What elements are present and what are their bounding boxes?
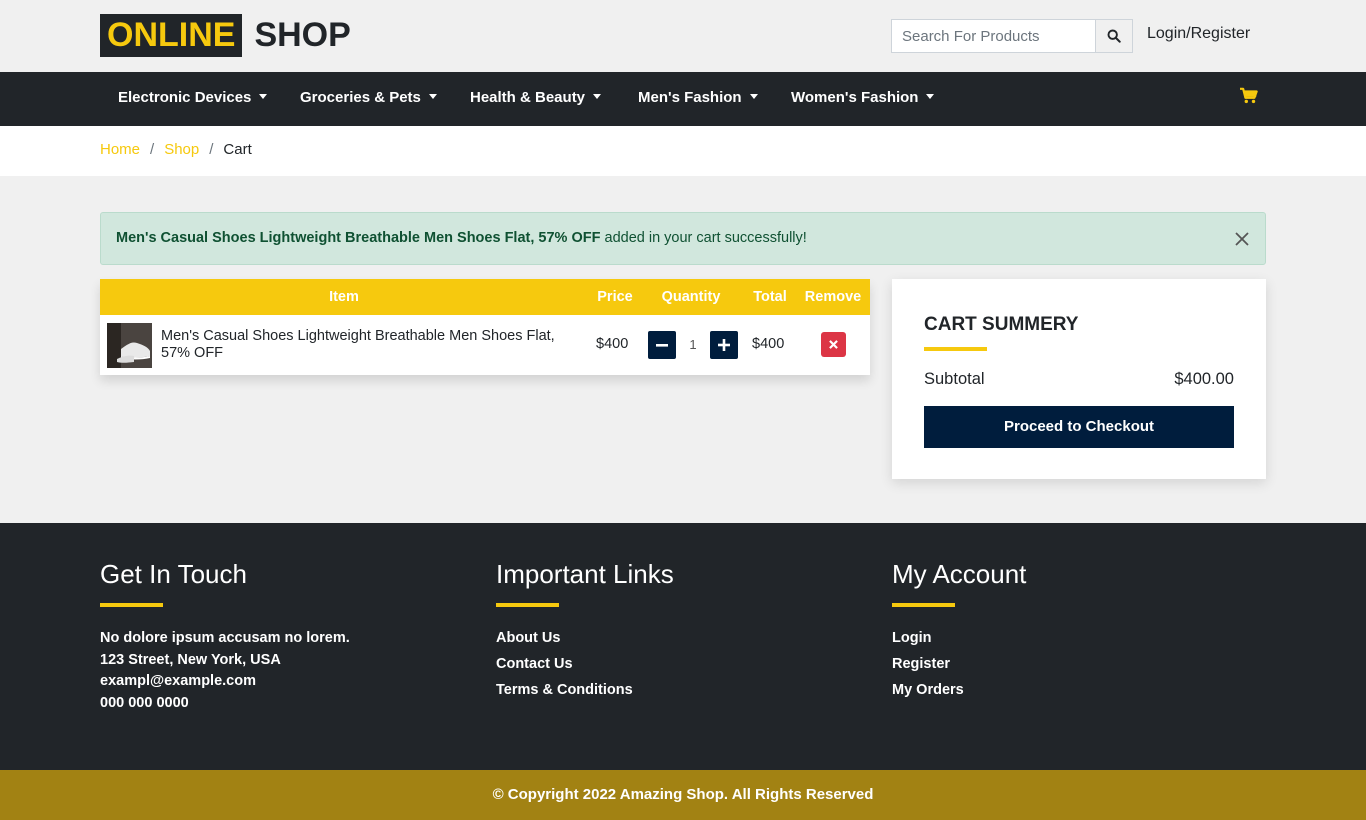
- quantity-increase-button[interactable]: [710, 331, 738, 359]
- cart-item-total: $400: [752, 336, 785, 352]
- nav-womens-fashion[interactable]: Women's Fashion: [791, 72, 935, 126]
- contact-tagline: No dolore ipsum accusam no lorem.: [100, 630, 350, 646]
- footer-account-title: My Account: [892, 559, 1027, 589]
- column-header-remove: Remove: [804, 289, 862, 305]
- quantity-value[interactable]: 1: [687, 337, 699, 352]
- nav-health-beauty[interactable]: Health & Beauty: [470, 72, 602, 126]
- subtotal-label: Subtotal: [924, 370, 985, 388]
- breadcrumb-current: Cart: [223, 141, 252, 158]
- search-button[interactable]: [1095, 19, 1133, 53]
- footer-link-register[interactable]: Register: [892, 651, 1026, 677]
- breadcrumb-home[interactable]: Home: [100, 141, 140, 158]
- alert-product-name: Men's Casual Shoes Lightweight Breathabl…: [116, 230, 601, 246]
- footer-contact-title: Get In Touch: [100, 559, 247, 589]
- caret-down-icon: [259, 94, 268, 99]
- nav-mens-fashion[interactable]: Men's Fashion: [638, 72, 758, 126]
- column-header-item: Item: [329, 289, 359, 305]
- logo-part-shop: SHOP: [254, 16, 351, 54]
- title-underline: [100, 603, 163, 607]
- plus-icon: [718, 339, 730, 351]
- remove-item-button[interactable]: [821, 332, 846, 357]
- title-underline: [496, 603, 559, 607]
- footer-link-my-orders[interactable]: My Orders: [892, 677, 1026, 703]
- column-header-quantity: Quantity: [661, 289, 721, 305]
- cart-summary-title: CART SUMMERY: [924, 314, 1079, 335]
- nav-groceries-pets[interactable]: Groceries & Pets: [300, 72, 437, 126]
- breadcrumb-bar: Home / Shop / Cart: [0, 126, 1366, 176]
- close-icon[interactable]: [1233, 230, 1251, 248]
- nav-label: Women's Fashion: [791, 89, 919, 106]
- caret-down-icon: [593, 94, 602, 99]
- minus-icon: [656, 344, 668, 347]
- caret-down-icon: [749, 94, 758, 99]
- alert-message: Men's Casual Shoes Lightweight Breathabl…: [116, 230, 807, 246]
- top-header: ONLINE SHOP Login/Register: [0, 0, 1366, 72]
- footer-link-login[interactable]: Login: [892, 625, 1026, 651]
- close-icon: [829, 340, 838, 349]
- cart-item-name[interactable]: Men's Casual Shoes Lightweight Breathabl…: [161, 328, 581, 362]
- nav-label: Health & Beauty: [470, 89, 586, 106]
- nav-label: Men's Fashion: [638, 89, 742, 106]
- contact-phone: 000 000 0000: [100, 694, 189, 711]
- nav-electronic-devices[interactable]: Electronic Devices: [118, 72, 268, 126]
- footer-contact: Get In Touch No dolore ipsum accusam no …: [100, 559, 350, 714]
- nav-label: Groceries & Pets: [300, 89, 421, 106]
- cart-item-price: $400: [596, 336, 629, 352]
- shopping-cart-icon[interactable]: [1240, 87, 1258, 105]
- site-logo[interactable]: ONLINE SHOP: [100, 14, 351, 57]
- login-register-link[interactable]: Login/Register: [1147, 25, 1250, 43]
- success-alert: Men's Casual Shoes Lightweight Breathabl…: [100, 212, 1266, 265]
- contact-address: 123 Street, New York, USA: [100, 651, 281, 668]
- footer-important-links: Important Links About Us Contact Us Term…: [496, 559, 674, 703]
- nav-label: Electronic Devices: [118, 89, 252, 106]
- main-nav: Electronic Devices Groceries & Pets Heal…: [0, 72, 1366, 126]
- table-row: Men's Casual Shoes Lightweight Breathabl…: [100, 315, 870, 375]
- product-thumbnail[interactable]: [107, 323, 152, 368]
- search-icon: [1107, 29, 1121, 43]
- breadcrumb: Home / Shop / Cart: [100, 141, 252, 158]
- alert-text: added in your cart successfully!: [604, 230, 807, 246]
- caret-down-icon: [926, 94, 935, 99]
- breadcrumb-separator: /: [209, 141, 214, 158]
- breadcrumb-separator: /: [150, 141, 155, 158]
- footer-link-about[interactable]: About Us: [496, 625, 674, 651]
- footer-my-account: My Account Login Register My Orders: [892, 559, 1026, 703]
- cart-table: Item Price Quantity Total Remove Men's C…: [100, 279, 870, 375]
- search-form: [891, 19, 1133, 53]
- search-input[interactable]: [891, 19, 1095, 53]
- copyright-bar: © Copyright 2022 Amazing Shop. All Right…: [0, 770, 1366, 820]
- cart-table-header: Item Price Quantity Total Remove: [100, 279, 870, 315]
- column-header-price: Price: [597, 289, 633, 305]
- quantity-decrease-button[interactable]: [648, 331, 676, 359]
- breadcrumb-shop[interactable]: Shop: [164, 141, 199, 158]
- cart-summary: CART SUMMERY Subtotal $400.00 Proceed to…: [892, 279, 1266, 479]
- title-underline: [924, 347, 987, 351]
- logo-part-online: ONLINE: [100, 14, 243, 57]
- proceed-to-checkout-button[interactable]: Proceed to Checkout: [924, 406, 1234, 448]
- contact-email: exampl@example.com: [100, 673, 256, 689]
- copyright-text: © Copyright 2022 Amazing Shop. All Right…: [492, 786, 874, 803]
- subtotal-value: $400.00: [1174, 370, 1234, 388]
- shoe-image: [107, 323, 152, 368]
- footer-link-contact[interactable]: Contact Us: [496, 651, 674, 677]
- column-header-total: Total: [753, 289, 787, 305]
- caret-down-icon: [428, 94, 437, 99]
- title-underline: [892, 603, 955, 607]
- footer-link-terms[interactable]: Terms & Conditions: [496, 677, 674, 703]
- site-footer: Get In Touch No dolore ipsum accusam no …: [0, 523, 1366, 770]
- footer-links-title: Important Links: [496, 559, 674, 589]
